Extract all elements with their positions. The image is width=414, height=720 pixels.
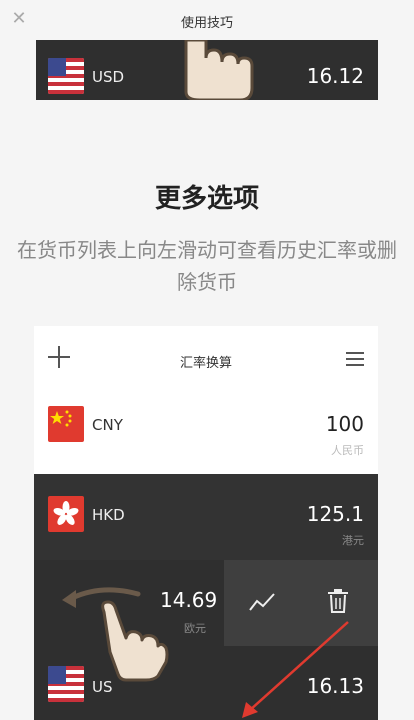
currency-name: 欧元	[184, 622, 206, 635]
tip-description: 在货币列表上向左滑动可查看历史汇率或删除货币	[17, 238, 397, 294]
currency-row-hkd[interactable]: HKD 125.1 港元	[34, 474, 378, 560]
menu-icon[interactable]	[346, 352, 364, 366]
currency-amount: 125.1	[306, 502, 364, 526]
annotation-arrow-icon	[242, 621, 349, 718]
app-title: 汇率换算	[179, 356, 232, 371]
currency-name: 人民币	[331, 444, 364, 457]
currency-amount: 16.12	[306, 64, 364, 88]
app-header: 汇率换算	[34, 326, 378, 398]
currency-code: USD	[92, 68, 125, 86]
currency-name: 港元	[342, 534, 364, 547]
swipe-hand-icon	[101, 600, 169, 682]
history-chart-icon[interactable]	[248, 590, 276, 614]
currency-amount: 100	[325, 412, 364, 436]
us-flag-icon	[48, 666, 84, 702]
trash-icon[interactable]	[326, 588, 350, 614]
us-flag-icon	[48, 58, 84, 94]
page-title: 使用技巧	[180, 16, 233, 31]
cn-flag-icon	[48, 406, 84, 442]
section-heading: 更多选项	[154, 184, 259, 214]
currency-code: HKD	[92, 506, 125, 524]
tap-hand-icon	[184, 40, 254, 100]
currency-row-cny[interactable]: CNY 100 人民币	[34, 398, 378, 474]
currency-code: CNY	[92, 416, 123, 434]
tips-topbar: ✕ 使用技巧	[0, 0, 414, 40]
hk-flag-icon	[48, 496, 84, 532]
